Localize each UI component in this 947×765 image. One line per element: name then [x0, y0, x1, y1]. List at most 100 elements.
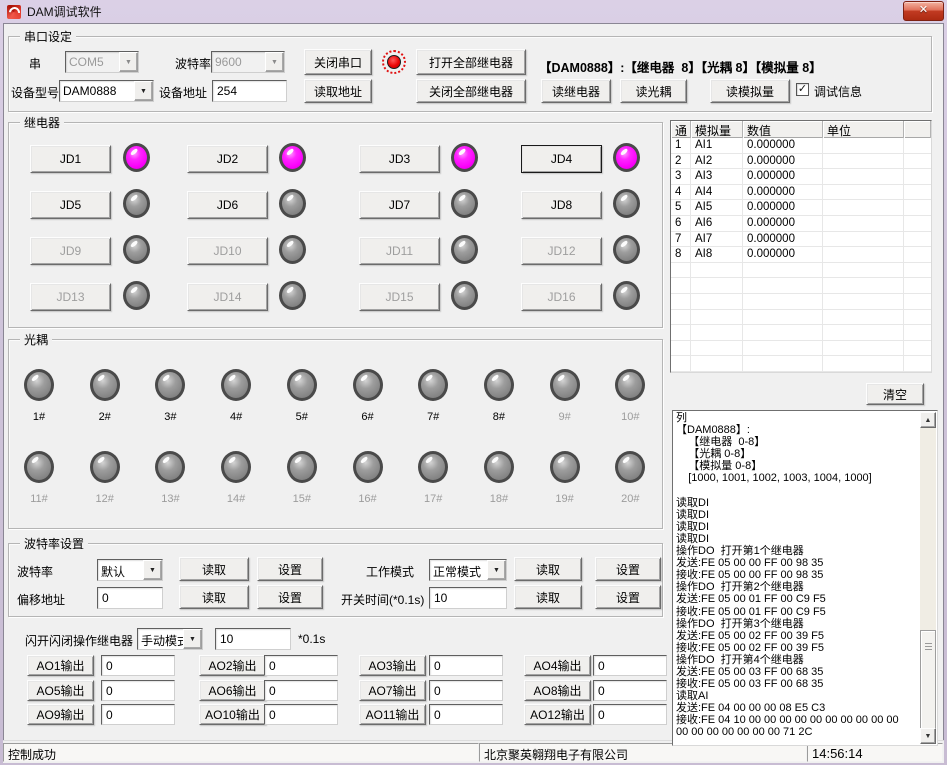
read-address-button[interactable]: 读取地址 — [304, 79, 372, 103]
flash-mode-select[interactable]: 手动模式 ▼ — [137, 628, 203, 650]
switch-time-input[interactable] — [429, 587, 507, 609]
relay-button-JD7[interactable]: JD7 — [359, 191, 440, 219]
table-header-1[interactable]: 通 — [671, 121, 691, 138]
chevron-down-icon[interactable]: ▼ — [265, 52, 284, 72]
ao-output-input-AO6输出[interactable] — [264, 680, 338, 701]
debug-info-checkbox[interactable]: ✓ — [796, 83, 809, 96]
ao-output-input-AO3输出[interactable] — [429, 655, 503, 676]
ao-output-button-AO11输出[interactable]: AO11输出 — [359, 704, 426, 725]
table-cell — [823, 185, 904, 201]
table-header-4[interactable]: 单位 — [823, 121, 904, 138]
switch-time-read-button[interactable]: 读取 — [514, 585, 582, 609]
ao-output-button-AO1输出[interactable]: AO1输出 — [27, 655, 94, 676]
device-model-select[interactable]: DAM0888 ▼ — [59, 80, 154, 102]
ao-output-button-AO4输出[interactable]: AO4输出 — [524, 655, 591, 676]
chevron-down-icon[interactable]: ▼ — [134, 81, 153, 101]
scroll-up-icon[interactable]: ▲ — [920, 412, 936, 428]
relay-button-JD4[interactable]: JD4 — [521, 145, 602, 173]
table-header-2[interactable]: 模拟量 — [691, 121, 743, 138]
ao-output-button-AO5输出[interactable]: AO5输出 — [27, 680, 94, 701]
offset-address-input[interactable] — [97, 587, 163, 609]
table-row[interactable]: 7AI70.000000 — [671, 232, 931, 248]
switch-time-set-button[interactable]: 设置 — [595, 585, 661, 609]
table-row[interactable]: 3AI30.000000 — [671, 169, 931, 185]
device-address-input[interactable] — [212, 80, 287, 102]
read-opto-button[interactable]: 读光耦 — [620, 79, 687, 103]
table-row[interactable]: 5AI50.000000 — [671, 200, 931, 216]
table-row[interactable]: 8AI80.000000 — [671, 247, 931, 263]
read-analog-button[interactable]: 读模拟量 — [710, 79, 790, 103]
ao-output-button-AO7输出[interactable]: AO7输出 — [359, 680, 426, 701]
baudrate-set-button[interactable]: 设置 — [257, 557, 323, 581]
open-all-relays-button[interactable]: 打开全部继电器 — [416, 49, 526, 75]
log-panel[interactable]: 列 【DAM0888】: 【继电器 0-8】 【光耦 0-8】 【模拟量 0-8… — [672, 410, 938, 746]
relay-button-JD2[interactable]: JD2 — [187, 145, 268, 173]
chevron-down-icon[interactable]: ▼ — [143, 560, 162, 580]
workmode-select[interactable]: 正常模式 ▼ — [429, 559, 507, 581]
relay-button-JD6[interactable]: JD6 — [187, 191, 268, 219]
relay-led-JD14 — [279, 281, 306, 310]
offset-read-button[interactable]: 读取 — [179, 585, 249, 609]
offset-set-button[interactable]: 设置 — [257, 585, 323, 609]
ao-output-button-AO3输出[interactable]: AO3输出 — [359, 655, 426, 676]
log-scrollbar-thumb[interactable] — [920, 630, 936, 732]
relay-button-JD8[interactable]: JD8 — [521, 191, 602, 219]
table-row[interactable]: 1AI10.000000 — [671, 138, 931, 154]
ao-output-input-AO9输出[interactable] — [101, 704, 175, 725]
log-text: 列 【DAM0888】: 【继电器 0-8】 【光耦 0-8】 【模拟量 0-8… — [676, 412, 918, 744]
table-row[interactable]: 2AI20.000000 — [671, 154, 931, 170]
relay-button-JD3[interactable]: JD3 — [359, 145, 440, 173]
table-cell — [904, 138, 931, 154]
table-cell — [823, 325, 904, 341]
ao-output-input-AO10输出[interactable] — [264, 704, 338, 725]
ao-output-input-AO2输出[interactable] — [264, 655, 338, 676]
ao-output-input-AO4输出[interactable] — [593, 655, 667, 676]
scroll-down-icon[interactable]: ▼ — [920, 728, 936, 744]
baudrate-select-value: 9600 — [212, 52, 265, 72]
ao-output-input-AO8输出[interactable] — [593, 680, 667, 701]
ao-output-input-AO11输出[interactable] — [429, 704, 503, 725]
workmode-read-button[interactable]: 读取 — [514, 557, 582, 581]
chevron-down-icon[interactable]: ▼ — [487, 560, 506, 580]
ao-output-button-AO9输出[interactable]: AO9输出 — [27, 704, 94, 725]
ao-output-button-AO10输出[interactable]: AO10输出 — [199, 704, 266, 725]
chevron-down-icon[interactable]: ▼ — [183, 629, 202, 649]
ao-output-input-AO12输出[interactable] — [593, 704, 667, 725]
ao-output-button-AO2输出[interactable]: AO2输出 — [199, 655, 266, 676]
ao-output-input-AO7输出[interactable] — [429, 680, 503, 701]
close-button[interactable]: ✕ — [903, 1, 944, 21]
relay-led-JD5 — [123, 189, 150, 218]
table-cell: AI3 — [691, 169, 743, 185]
baudrate-read-button[interactable]: 读取 — [179, 557, 249, 581]
ao-output-button-AO6输出[interactable]: AO6输出 — [199, 680, 266, 701]
device-model-value: DAM0888 — [60, 81, 134, 101]
opto-label-13#: 13# — [148, 493, 192, 505]
baudrate-select[interactable]: 9600 ▼ — [211, 51, 285, 73]
table-cell: 0.000000 — [743, 169, 823, 185]
ao-output-button-AO8输出[interactable]: AO8输出 — [524, 680, 591, 701]
ao-output-input-AO5输出[interactable] — [101, 680, 175, 701]
table-header-5[interactable] — [904, 121, 931, 138]
baudrate-setting-select[interactable]: 默认 ▼ — [97, 559, 163, 581]
table-row[interactable]: 6AI60.000000 — [671, 216, 931, 232]
table-row[interactable]: 4AI40.000000 — [671, 185, 931, 201]
table-cell: AI5 — [691, 200, 743, 216]
workmode-set-button[interactable]: 设置 — [595, 557, 661, 581]
ao-output-input-AO1输出[interactable] — [101, 655, 175, 676]
table-header-3[interactable]: 数值 — [743, 121, 823, 138]
opto-label-3#: 3# — [148, 411, 192, 423]
read-relay-button[interactable]: 读继电器 — [541, 79, 611, 103]
relay-button-JD1[interactable]: JD1 — [30, 145, 111, 173]
close-port-button[interactable]: 关闭串口 — [304, 49, 372, 75]
opto-label-6#: 6# — [346, 411, 390, 423]
log-scrollbar[interactable]: ▲ ▼ — [920, 412, 936, 744]
opto-led-15# — [287, 451, 317, 483]
port-select[interactable]: COM5 ▼ — [65, 51, 139, 73]
relay-button-JD5[interactable]: JD5 — [30, 191, 111, 219]
ao-output-button-AO12输出[interactable]: AO12输出 — [524, 704, 591, 725]
flash-time-input[interactable] — [215, 628, 291, 650]
clear-log-button[interactable]: 清空 — [866, 383, 924, 405]
chevron-down-icon[interactable]: ▼ — [119, 52, 138, 72]
relay-group-label: 继电器 — [20, 114, 64, 131]
close-all-relays-button[interactable]: 关闭全部继电器 — [416, 79, 526, 103]
